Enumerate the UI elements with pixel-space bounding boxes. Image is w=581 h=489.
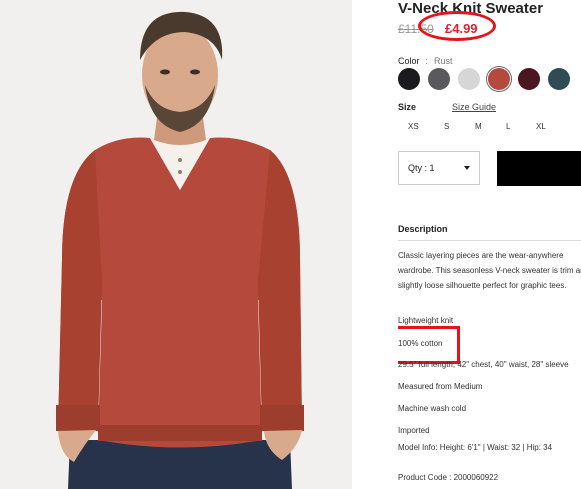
chevron-down-icon bbox=[464, 166, 470, 170]
color-swatch-slate[interactable] bbox=[548, 68, 570, 90]
size-option-l[interactable]: L bbox=[506, 122, 510, 131]
divider bbox=[398, 240, 581, 241]
size-option-xs[interactable]: XS bbox=[408, 122, 419, 131]
color-label: Color bbox=[398, 56, 420, 66]
feature-item: Lightweight knit bbox=[398, 316, 454, 325]
product-details: V-Neck Knit Sweater £11.50 £4.99 Color: R… bbox=[398, 0, 581, 489]
color-swatch-black[interactable] bbox=[398, 68, 420, 90]
feature-item: Measured from Medium bbox=[398, 382, 483, 391]
feature-item: 29.5" full length, 42" chest, 40" waist,… bbox=[398, 360, 569, 369]
feature-item: Machine wash cold bbox=[398, 404, 467, 413]
color-swatches bbox=[398, 68, 570, 90]
size-option-s[interactable]: S bbox=[444, 122, 449, 131]
selected-color: Rust bbox=[434, 56, 453, 66]
quantity-select[interactable]: Qty : 1 bbox=[398, 151, 480, 185]
size-option-m[interactable]: M bbox=[475, 122, 482, 131]
color-swatch-charcoal[interactable] bbox=[428, 68, 450, 90]
product-image bbox=[0, 0, 352, 489]
color-swatch-rust[interactable] bbox=[488, 68, 510, 90]
add-to-bag-button[interactable] bbox=[497, 151, 581, 186]
size-option-xl[interactable]: XL bbox=[536, 122, 546, 131]
feature-item: Imported bbox=[398, 426, 430, 435]
size-guide-link[interactable]: Size Guide bbox=[452, 102, 496, 112]
color-separator: : bbox=[425, 56, 429, 66]
description-text: Classic layering pieces are the wear-any… bbox=[398, 251, 581, 290]
quantity-value: Qty : 1 bbox=[408, 163, 435, 173]
color-label-row: Color: Rust bbox=[398, 56, 453, 66]
product-code: Product Code : 2000060922 bbox=[398, 473, 499, 482]
cotton-highlight-box bbox=[398, 326, 460, 364]
feature-item: Model Info: Height: 6'1" | Waist: 32 | H… bbox=[398, 443, 553, 452]
size-label: Size bbox=[398, 102, 417, 112]
model-photo bbox=[0, 0, 352, 489]
price-highlight-circle bbox=[418, 11, 496, 41]
color-swatch-heather-grey[interactable] bbox=[458, 68, 480, 90]
description-heading: Description bbox=[398, 224, 448, 234]
color-swatch-burgundy[interactable] bbox=[518, 68, 540, 90]
